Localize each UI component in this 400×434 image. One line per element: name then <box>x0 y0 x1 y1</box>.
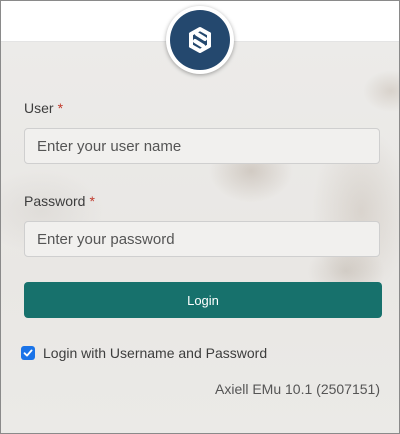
user-label-text: User <box>24 100 54 116</box>
emu-aperture-logo-icon <box>170 10 230 70</box>
login-mode-label: Login with Username and Password <box>43 345 268 361</box>
logo <box>166 6 234 74</box>
version-text: Axiell EMu 10.1 (2507151) <box>215 381 380 397</box>
password-label-text: Password <box>24 193 86 209</box>
login-button[interactable]: Login <box>24 282 382 318</box>
user-input[interactable] <box>24 128 380 164</box>
checkmark-icon <box>23 349 33 357</box>
password-label: Password * <box>24 193 95 209</box>
password-required-marker: * <box>89 193 95 209</box>
login-mode-checkbox[interactable] <box>21 346 35 360</box>
password-input[interactable] <box>24 221 380 257</box>
user-required-marker: * <box>57 100 64 116</box>
user-label: User * <box>24 100 63 116</box>
login-window: User* Password* Login Login with Usernam… <box>0 0 400 434</box>
login-mode-option: Login with Username and Password <box>21 345 267 361</box>
